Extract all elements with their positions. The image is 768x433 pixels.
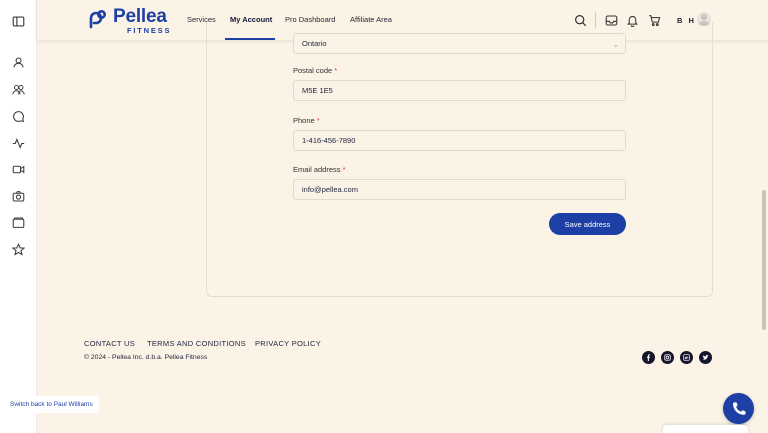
- province-value: Ontario: [302, 39, 327, 48]
- chat-icon[interactable]: [11, 109, 25, 123]
- user-icon[interactable]: [11, 55, 25, 69]
- switch-back-user-link[interactable]: Switch back to Paul Williams: [4, 396, 99, 413]
- phone-input[interactable]: 1-416-456-7890: [293, 130, 626, 151]
- camera-icon[interactable]: [11, 189, 25, 203]
- email-label: Email address *: [293, 165, 346, 174]
- phone-label: Phone *: [293, 116, 320, 125]
- brand-name: Pellea: [113, 6, 167, 28]
- folder-icon[interactable]: [11, 215, 25, 229]
- pellea-logo[interactable]: Pellea FITNESS: [85, 6, 172, 36]
- postal-code-value: M5E 1E5: [302, 86, 333, 95]
- phone-icon: [732, 401, 746, 415]
- pellea-logo-icon: [85, 7, 109, 36]
- star-icon[interactable]: [11, 242, 25, 256]
- chevron-down-icon: ⌄: [612, 40, 619, 49]
- email-input[interactable]: info@pellea.com: [293, 179, 626, 200]
- postal-code-label: Postal code *: [293, 66, 338, 75]
- chat-widget-tab[interactable]: [663, 425, 748, 433]
- brand-subtitle: FITNESS: [127, 26, 172, 36]
- footer-privacy-link[interactable]: PRIVACY POLICY: [255, 339, 321, 348]
- copyright-text: © 2024 - Pellea Inc. d.b.a. Pellea Fitne…: [84, 354, 208, 361]
- video-icon[interactable]: [11, 162, 25, 176]
- postal-code-input[interactable]: M5E 1E5: [293, 80, 626, 101]
- sidebar-toggle-icon[interactable]: [11, 14, 25, 28]
- province-select[interactable]: Ontario ⌄: [293, 33, 626, 54]
- address-form-card: [206, 22, 713, 297]
- left-rail: [0, 0, 37, 433]
- footer-terms-link[interactable]: TERMS AND CONDITIONS: [147, 339, 246, 348]
- linkedin-icon[interactable]: [680, 351, 693, 364]
- users-icon[interactable]: [11, 82, 25, 96]
- instagram-icon[interactable]: [661, 351, 674, 364]
- twitter-icon[interactable]: [699, 351, 712, 364]
- email-value: info@pellea.com: [302, 185, 358, 194]
- footer-contact-link[interactable]: CONTACT US: [84, 339, 135, 348]
- phone-call-button[interactable]: [723, 393, 754, 424]
- facebook-icon[interactable]: [642, 351, 655, 364]
- save-address-button[interactable]: Save address: [549, 213, 626, 235]
- activity-icon[interactable]: [11, 136, 25, 150]
- phone-value: 1-416-456-7890: [302, 136, 356, 145]
- page-scrollbar[interactable]: [762, 190, 766, 330]
